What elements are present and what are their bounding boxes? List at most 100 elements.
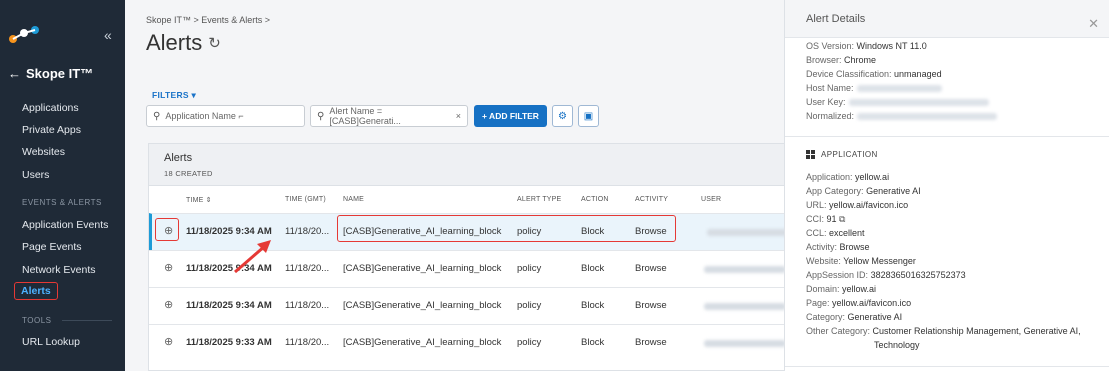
- field-value: Generative AI: [847, 312, 903, 322]
- zoom-in-icon[interactable]: ⊕: [164, 261, 173, 274]
- field-key: OS Version:: [806, 41, 855, 51]
- col-activity[interactable]: ACTIVITY: [635, 196, 668, 203]
- table-row[interactable]: ⊕ 11/18/2025 9:33 AM 11/18/20... [CASB]G…: [149, 324, 786, 361]
- row-time-gmt: 11/18/20...: [285, 263, 330, 274]
- nav-websites[interactable]: Websites: [22, 146, 65, 158]
- nav-private-apps[interactable]: Private Apps: [22, 124, 81, 136]
- divider: [785, 366, 1109, 367]
- filters-toggle[interactable]: FILTERS ▾: [152, 90, 196, 101]
- application-section-label: APPLICATION: [821, 150, 878, 159]
- row-user-redacted: [704, 340, 786, 347]
- col-action[interactable]: ACTION: [581, 196, 609, 203]
- field-key: Device Classification:: [806, 69, 892, 79]
- row-time: 11/18/2025 9:33 AM: [186, 337, 272, 348]
- redacted-value: [848, 99, 989, 107]
- alert-filter-text: Alert Name = [CASB]Generati...: [329, 106, 401, 126]
- field-key: App Category:: [806, 186, 864, 196]
- col-user[interactable]: USER: [701, 196, 721, 203]
- field-value: yellow.ai: [842, 284, 877, 294]
- field-key: Browser:: [806, 55, 842, 65]
- highlight-alert-row: [337, 215, 676, 242]
- app-title[interactable]: ← Skope IT™: [8, 66, 93, 81]
- page-title: Alerts ↻: [146, 30, 221, 56]
- page-title-text: Alerts: [146, 30, 203, 55]
- filter-settings-icon[interactable]: ⚙: [552, 105, 573, 127]
- alert-details-header: Alert Details ✕: [785, 0, 1109, 38]
- field-domain: Domain: yellow.ai: [806, 284, 876, 294]
- field-value: Chrome: [844, 55, 877, 65]
- nav-users[interactable]: Users: [22, 169, 49, 181]
- filters-label: FILTERS: [152, 90, 189, 100]
- field-normalized: Normalized:: [806, 111, 998, 121]
- field-category: Category: Generative AI: [806, 312, 902, 322]
- row-user-redacted: [704, 266, 786, 273]
- collapse-sidebar-icon[interactable]: «: [104, 27, 112, 43]
- sidebar: « ← Skope IT™ Applications Private Apps …: [0, 0, 125, 371]
- field-key: Other Category:: [806, 326, 871, 336]
- field-value: Technology: [874, 340, 920, 350]
- nav-url-lookup[interactable]: URL Lookup: [22, 336, 80, 348]
- field-key: Domain:: [806, 284, 840, 294]
- save-icon[interactable]: ▣: [578, 105, 599, 127]
- field-key: Activity:: [806, 242, 838, 252]
- row-name: [CASB]Generative_AI_learning_block: [343, 263, 502, 274]
- row-time-gmt: 11/18/20...: [285, 300, 330, 311]
- row-name: [CASB]Generative_AI_learning_block: [343, 337, 502, 348]
- application-grid-icon: [806, 150, 815, 159]
- application-filter-text: Application Name ⌐: [165, 111, 244, 121]
- zoom-in-icon[interactable]: ⊕: [164, 298, 173, 311]
- application-name-filter[interactable]: ⚲ Application Name ⌐: [146, 105, 305, 127]
- field-key: Host Name:: [806, 83, 854, 93]
- nav-page-events[interactable]: Page Events: [22, 241, 82, 253]
- external-link-icon[interactable]: ⧉: [839, 214, 845, 224]
- search-icon: ⚲: [317, 110, 325, 122]
- section-events-alerts: EVENTS & ALERTS: [22, 198, 102, 207]
- main-content: Skope IT™ > Events & Alerts > Alerts ↻ F…: [125, 0, 789, 371]
- back-arrow-icon[interactable]: ←: [8, 66, 21, 81]
- field-value: 3828365016325752373: [870, 270, 966, 280]
- clear-filter-icon[interactable]: ×: [456, 111, 461, 121]
- col-name[interactable]: NAME: [343, 196, 364, 203]
- field-value: yellow.ai/favicon.ico: [832, 298, 912, 308]
- field-activity: Activity: Browse: [806, 242, 870, 252]
- field-key: CCL:: [806, 228, 827, 238]
- close-icon[interactable]: ✕: [1088, 16, 1099, 32]
- field-value: Browse: [839, 242, 870, 252]
- col-time-gmt[interactable]: TIME (GMT): [285, 196, 326, 203]
- zoom-in-icon[interactable]: ⊕: [164, 335, 173, 348]
- nav-applications[interactable]: Applications: [22, 102, 79, 114]
- table-row[interactable]: ⊕ 11/18/2025 9:34 AM 11/18/20... [CASB]G…: [149, 287, 786, 324]
- field-key: URL:: [806, 200, 827, 210]
- row-action: Block: [581, 263, 605, 274]
- row-alert-type: policy: [517, 337, 542, 348]
- alert-details-panel: Alert Details ✕ OS Version: Windows NT 1…: [784, 0, 1109, 371]
- field-key: Normalized:: [806, 111, 855, 121]
- add-filter-button[interactable]: + ADD FILTER: [474, 105, 547, 127]
- field-value: Generative AI: [866, 186, 921, 196]
- col-alert-type[interactable]: ALERT TYPE: [517, 196, 561, 203]
- row-user-redacted: [707, 229, 789, 236]
- breadcrumb[interactable]: Skope IT™ > Events & Alerts >: [146, 15, 270, 25]
- section-tools: TOOLS: [22, 316, 52, 325]
- col-time[interactable]: TIME ⇕: [186, 196, 212, 204]
- alert-name-filter[interactable]: ⚲ Alert Name = [CASB]Generati... ×: [310, 105, 468, 127]
- field-appsession-id: AppSession ID: 3828365016325752373: [806, 270, 966, 280]
- row-alert-type: policy: [517, 300, 542, 311]
- row-activity: Browse: [635, 337, 667, 348]
- row-time-gmt: 11/18/20...: [285, 337, 330, 348]
- app-title-label: Skope IT™: [26, 66, 94, 81]
- field-key: CCI:: [806, 214, 824, 224]
- nav-alerts[interactable]: Alerts: [14, 282, 58, 300]
- nav-application-events[interactable]: Application Events: [22, 219, 108, 231]
- field-page: Page: yellow.ai/favicon.ico: [806, 298, 911, 308]
- refresh-icon[interactable]: ↻: [208, 34, 221, 52]
- application-section-title: APPLICATION: [806, 150, 878, 159]
- nav-network-events[interactable]: Network Events: [22, 264, 96, 276]
- alert-details-title: Alert Details: [806, 13, 866, 25]
- field-other-category-cont: Technology: [874, 340, 920, 350]
- field-key: Application:: [806, 172, 853, 182]
- row-activity: Browse: [635, 263, 667, 274]
- divider: [785, 136, 1109, 137]
- row-name: [CASB]Generative_AI_learning_block: [343, 300, 502, 311]
- field-key: AppSession ID:: [806, 270, 869, 280]
